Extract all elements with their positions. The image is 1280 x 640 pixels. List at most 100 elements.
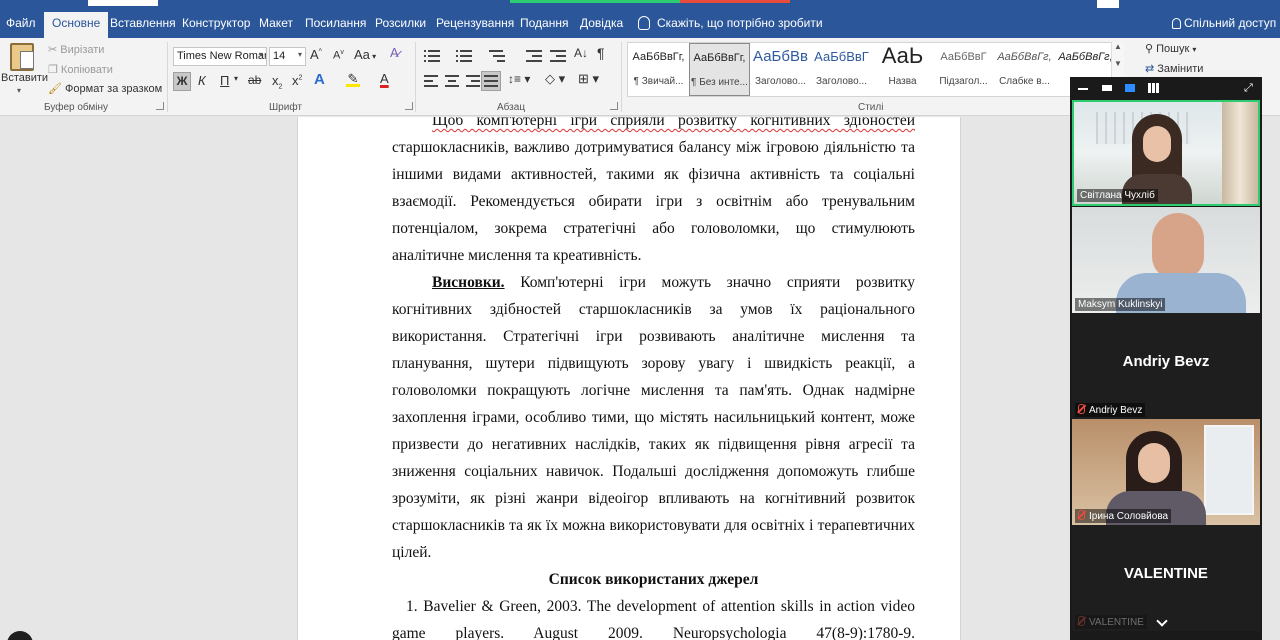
- participant-tile[interactable]: Світлана Чухліб: [1072, 100, 1260, 206]
- paragraph-line: зниження соціальних навичок. Подальші до…: [392, 458, 915, 485]
- numbering-icon[interactable]: [456, 50, 472, 62]
- replace-label: Замінити: [1157, 63, 1204, 75]
- line-text: використання. Стратегічні ігри розвивают…: [392, 328, 915, 345]
- participant-tile[interactable]: Ірина Соловйова: [1072, 419, 1260, 525]
- paste-icon[interactable]: [10, 43, 34, 71]
- tab-insert[interactable]: Вставлення: [110, 16, 176, 30]
- title-bar: [0, 0, 1280, 10]
- style-sample: АаБбВвГг,: [632, 51, 685, 63]
- italic-button[interactable]: К: [198, 73, 206, 88]
- references-heading: Список використаних джерел: [548, 571, 759, 588]
- clipboard-launcher-icon[interactable]: [156, 102, 164, 110]
- style-sample: АаБбВвГ: [940, 51, 987, 63]
- share-button[interactable]: Спільний доступ: [1172, 16, 1276, 30]
- tab-layout[interactable]: Макет: [259, 16, 293, 30]
- tab-references[interactable]: Посилання: [305, 16, 366, 30]
- mic-muted-icon: [1078, 404, 1085, 414]
- strikethrough-button[interactable]: ab: [248, 73, 261, 87]
- participant-tile[interactable]: VALENTINE VALENTINE: [1072, 525, 1260, 631]
- font-launcher-icon[interactable]: [405, 102, 413, 110]
- style-normal[interactable]: АаБбВвГг, ¶ Звичай...: [628, 43, 689, 96]
- multilevel-list-icon[interactable]: [489, 50, 505, 62]
- clear-formatting-icon[interactable]: A̷: [390, 45, 399, 60]
- line-text: зрозуміти, як різні жанри відеоігор впли…: [392, 490, 915, 507]
- style-heading-1[interactable]: АаБбВв Заголово...: [750, 43, 811, 96]
- line-text: Щоб комп'ютерні ігри сприяли розвитку ко…: [432, 117, 915, 129]
- style-sample: АаБбВвГг,: [1058, 51, 1113, 63]
- participant-tile[interactable]: Maksym Kuklinskyi: [1072, 207, 1260, 313]
- minimize-icon[interactable]: [1078, 88, 1088, 90]
- format-painter-button[interactable]: 🖌 Формат за зразком: [48, 82, 162, 95]
- style-heading-2[interactable]: АаБбВвГ Заголово...: [811, 43, 872, 96]
- borders-icon[interactable]: ⊞ ▾: [578, 71, 599, 87]
- tab-mailings[interactable]: Розсилки: [375, 16, 426, 30]
- view-small-icon[interactable]: [1102, 85, 1112, 91]
- paste-button[interactable]: Вставити: [1, 72, 48, 84]
- show-marks-button[interactable]: ¶: [597, 45, 605, 61]
- underline-button[interactable]: П: [220, 73, 229, 88]
- style-title[interactable]: АаЬ Назва: [872, 43, 933, 96]
- font-name-select[interactable]: Times New Roman ▾: [173, 47, 267, 66]
- tab-file[interactable]: Файл: [6, 16, 36, 30]
- chevron-down-icon[interactable]: ▼: [1112, 59, 1124, 68]
- replace-button[interactable]: ⇄ Замінити: [1145, 62, 1203, 75]
- align-center-icon[interactable]: [445, 75, 461, 87]
- tab-review[interactable]: Рецензування: [436, 16, 514, 30]
- superscript-button[interactable]: x2: [292, 73, 302, 88]
- participant-face: [1143, 126, 1171, 162]
- subscript-button[interactable]: x2: [272, 73, 282, 91]
- window-control[interactable]: [1097, 0, 1119, 8]
- copy-button[interactable]: ❐ Копіювати: [48, 63, 113, 76]
- paragraph-line: іншими видами активностей, такими як фіз…: [392, 161, 915, 188]
- style-subtitle[interactable]: АаБбВвГ Підзагол...: [933, 43, 994, 96]
- align-right-icon[interactable]: [466, 75, 482, 87]
- align-left-icon[interactable]: [424, 75, 440, 87]
- font-color-button[interactable]: A: [380, 71, 389, 86]
- tab-design[interactable]: Конструктор: [182, 16, 250, 30]
- tab-view[interactable]: Подання: [520, 16, 568, 30]
- view-speaker-icon[interactable]: [1125, 84, 1135, 92]
- line-spacing-icon[interactable]: ↕≡ ▾: [508, 72, 530, 86]
- cut-button[interactable]: ✂ Вирізати: [48, 43, 104, 56]
- style-name: Назва: [888, 76, 917, 87]
- line-text: іншими видами активностей, такими як фіз…: [392, 166, 915, 183]
- shrink-font-button[interactable]: Av: [333, 49, 344, 62]
- paragraph-line: призвести до негативних наслідків, таких…: [392, 431, 915, 458]
- document-page[interactable]: Щоб комп'ютерні ігри сприяли розвитку ко…: [297, 117, 961, 640]
- decrease-indent-icon[interactable]: [526, 50, 542, 62]
- grow-font-button[interactable]: A^: [310, 47, 322, 62]
- paragraph-launcher-icon[interactable]: [610, 102, 618, 110]
- change-case-button[interactable]: Aa ▾: [354, 47, 376, 62]
- tell-me-box[interactable]: Скажіть, що потрібно зробити: [638, 16, 823, 30]
- paragraph-line: цілей.: [392, 539, 915, 566]
- text-effects-button[interactable]: A: [314, 71, 325, 88]
- justify-button[interactable]: [481, 71, 501, 91]
- tab-help[interactable]: Довідка: [580, 16, 623, 30]
- style-subtle-emphasis[interactable]: АаБбВвГг, Слабке в...: [994, 43, 1055, 96]
- bullets-icon[interactable]: [424, 50, 440, 62]
- line-text: старшокласників, важливо дотримуватися б…: [392, 139, 915, 156]
- bold-button[interactable]: Ж: [173, 72, 191, 91]
- highlight-icon[interactable]: ✎: [346, 71, 360, 87]
- chevron-down-icon[interactable]: ▾: [17, 86, 21, 95]
- chevron-down-icon[interactable]: ▾: [234, 74, 238, 83]
- chat-bubble-icon[interactable]: [7, 631, 33, 640]
- style-no-spacing[interactable]: АаБбВвГг, ¶ Без инте...: [689, 43, 750, 96]
- chevron-down-icon: ▾: [297, 50, 302, 59]
- find-button[interactable]: ⚲ Пошук ▾: [1145, 42, 1196, 55]
- line-text: game players. August 2009. Neuropsycholo…: [392, 625, 915, 640]
- participant-name: Andriy Bevz: [1089, 405, 1143, 416]
- tab-home[interactable]: Основне: [44, 12, 109, 38]
- view-gallery-icon[interactable]: [1148, 83, 1160, 93]
- sort-icon[interactable]: A↓: [574, 46, 588, 60]
- chevron-up-icon[interactable]: ▲: [1112, 42, 1124, 51]
- expand-icon[interactable]: ⤢: [1244, 82, 1253, 95]
- increase-indent-icon[interactable]: [550, 50, 566, 62]
- paragraph-line: головоломки покращують логічне мислення …: [392, 377, 915, 404]
- reference-line: 1. Bavelier & Green, 2003. The developme…: [392, 593, 915, 620]
- document-text[interactable]: Щоб комп'ютерні ігри сприяли розвитку ко…: [392, 117, 915, 640]
- participant-name-tag: Ірина Соловйова: [1075, 509, 1172, 523]
- participant-tile[interactable]: Andriy Bevz Andriy Bevz: [1072, 313, 1260, 419]
- font-size-select[interactable]: 14 ▾: [269, 47, 306, 66]
- shading-icon[interactable]: ◇ ▾: [545, 71, 565, 87]
